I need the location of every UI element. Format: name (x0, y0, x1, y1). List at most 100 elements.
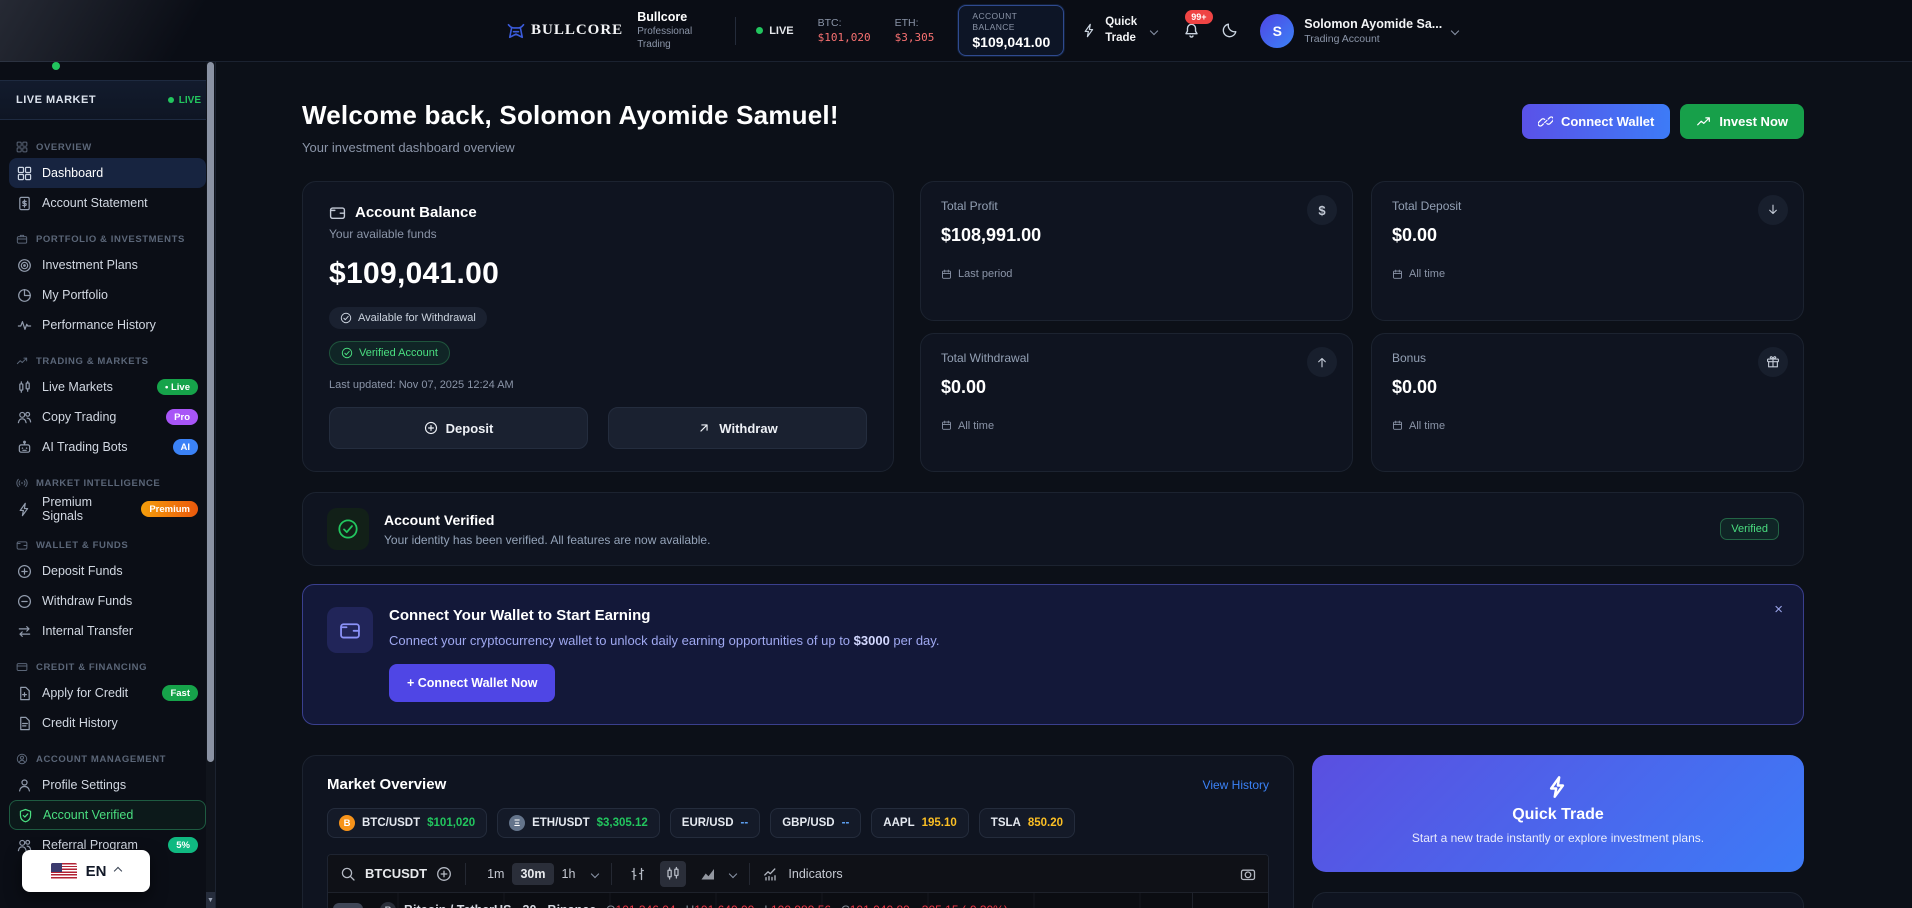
account-balance-card: Account Balance Your available funds $10… (302, 181, 894, 472)
briefcase-icon (16, 233, 28, 245)
ohlc-c-key: C (841, 903, 850, 908)
sidebar-item-label: Credit History (42, 716, 118, 730)
sidebar-item-copy-trading[interactable]: Copy TradingPro (9, 402, 206, 432)
sidebar-item-live-markets[interactable]: Live MarketsLive (9, 372, 206, 402)
ohlc-o-value: 101,346.04 (616, 903, 676, 908)
interval-button-1h[interactable]: 1h (554, 863, 584, 885)
deposit-button[interactable]: Deposit (329, 407, 588, 449)
users-icon (17, 410, 32, 425)
wallet-icon (16, 539, 28, 551)
sidebar-scrollbar-thumb[interactable] (207, 62, 214, 762)
ticker-chip-gbp-usd[interactable]: GBP/USD-- (770, 808, 861, 838)
arrowup-icon (1315, 355, 1329, 369)
wallet-banner-title: Connect Your Wallet to Start Earning (389, 607, 939, 624)
sidebar-item-account-statement[interactable]: Account Statement (9, 188, 206, 218)
chart-symbol[interactable]: BTCUSDT (365, 866, 427, 881)
candles-chart-type-button[interactable] (660, 861, 686, 887)
ticker-chip-btc-usdt[interactable]: BBTC/USDT$101,020 (327, 808, 487, 838)
ohlc-l-key: L (764, 903, 771, 908)
ohlc-c-value: 101,040.89 (850, 903, 910, 908)
language-selector[interactable]: EN (22, 850, 150, 892)
live-market-live-badge: LIVE (168, 95, 201, 106)
sidebar-scrollbar[interactable]: ▼ (206, 62, 215, 908)
withdrawal-availability-badge: Available for Withdrawal (329, 307, 487, 329)
withdraw-button[interactable]: Withdraw (608, 407, 867, 449)
balance-card-title: Account Balance (355, 204, 477, 221)
account-balance-box[interactable]: ACCOUNT BALANCE $109,041.00 (958, 5, 1064, 57)
sidebar-badge: 5% (168, 837, 198, 853)
stats-grid: Total Profit$$108,991.00Last periodTotal… (920, 181, 1804, 472)
sidebar-item-premium-signals[interactable]: Premium SignalsPremium (9, 494, 206, 524)
chevron-down-icon (1150, 26, 1158, 34)
sidebar-section-label: WALLET & FUNDS (36, 540, 128, 551)
trading-chart: BTCUSDT 1m30m1h Indicators (327, 854, 1269, 908)
live-market-title: LIVE MARKET (16, 94, 96, 106)
invest-now-button[interactable]: Invest Now (1680, 104, 1804, 139)
view-history-link[interactable]: View History (1203, 778, 1269, 792)
indicators-button[interactable]: Indicators (788, 867, 842, 881)
search-icon[interactable] (340, 866, 356, 882)
area-chart-type-button[interactable] (695, 861, 721, 887)
check-circle-icon (341, 347, 353, 359)
chip-price: 195.10 (922, 817, 957, 829)
sidebar-item-deposit-funds[interactable]: Deposit Funds (9, 556, 206, 586)
quick-trade-menu[interactable]: Quick Trade (1082, 15, 1157, 46)
stat-label: Bonus (1392, 351, 1783, 365)
sidebar-item-investment-plans[interactable]: Investment Plans (9, 250, 206, 280)
sidebar-item-label: Deposit Funds (42, 564, 123, 578)
notifications-button[interactable]: 99+ (1183, 22, 1200, 40)
sidebar-item-credit-history[interactable]: Credit History (9, 708, 206, 738)
sidebar-section-label: TRADING & MARKETS (36, 356, 149, 367)
chevron-down-icon[interactable] (729, 869, 737, 877)
market-overview-title: Market Overview (327, 776, 446, 793)
page-subtitle: Your investment dashboard overview (302, 140, 839, 155)
stat-card-total-deposit: Total Deposit$0.00All time (1371, 181, 1804, 321)
stat-period: All time (1392, 420, 1783, 432)
compare-plus-icon[interactable] (436, 866, 452, 882)
sidebar-item-profile-settings[interactable]: Profile Settings (9, 770, 206, 800)
btc-ticker: BTC: $101,020 (818, 17, 871, 44)
sidebar-item-performance-history[interactable]: Performance History (9, 310, 206, 340)
sidebar-item-internal-transfer[interactable]: Internal Transfer (9, 616, 206, 646)
chip-symbol: TSLA (991, 817, 1021, 829)
sidebar-item-dashboard[interactable]: Dashboard (9, 158, 206, 188)
stat-period: All time (941, 420, 1332, 432)
connect-wallet-button[interactable]: Connect Wallet (1522, 104, 1670, 139)
eth-ticker-label: ETH: (895, 17, 935, 29)
ticker-chip-eur-usd[interactable]: EUR/USD-- (670, 808, 760, 838)
sidebar-item-ai-trading-bots[interactable]: AI Trading BotsAI (9, 432, 206, 462)
bars-chart-type-button[interactable] (625, 861, 651, 887)
ohlc-h-key: H (686, 903, 695, 908)
sidebar-item-my-portfolio[interactable]: My Portfolio (9, 280, 206, 310)
sidebar-item-withdraw-funds[interactable]: Withdraw Funds (9, 586, 206, 616)
quick-trade-card[interactable]: Quick Trade Start a new trade instantly … (1312, 755, 1804, 872)
crosshair-tool-button[interactable] (333, 903, 363, 908)
stat-icon-circle (1758, 195, 1788, 225)
user-menu[interactable]: S Solomon Ayomide Sa... Trading Account (1260, 14, 1458, 48)
camera-icon[interactable] (1240, 866, 1256, 882)
sidebar-scrollbar-down-arrow[interactable]: ▼ (206, 892, 215, 908)
price-axis[interactable]: 105,000.00104,000.00103,000.00 (1192, 893, 1268, 908)
sidebar-item-apply-for-credit[interactable]: Apply for CreditFast (9, 678, 206, 708)
ticker-chip-eth-usdt[interactable]: ΞETH/USDT$3,305.12 (497, 808, 660, 838)
sidebar-nav: OVERVIEWDashboardAccount StatementPORTFO… (0, 120, 215, 860)
connect-wallet-now-button[interactable]: + Connect Wallet Now (389, 664, 555, 702)
chip-price: -- (842, 817, 850, 829)
live-label: LIVE (769, 25, 793, 37)
chevron-down-icon[interactable] (591, 869, 599, 877)
activity-icon (17, 318, 32, 333)
wallet-icon (339, 619, 361, 641)
toolbar-divider (611, 863, 612, 885)
page-title: Welcome back, Solomon Ayomide Samuel! (302, 100, 839, 131)
trend-up-icon (1696, 114, 1711, 129)
ticker-chip-aapl[interactable]: AAPL195.10 (871, 808, 969, 838)
sidebar-item-account-verified[interactable]: Account Verified (9, 800, 206, 830)
sidebar-section-header: CREDIT & FINANCING (16, 661, 199, 673)
theme-toggle[interactable] (1222, 22, 1238, 40)
connect-wallet-label: Connect Wallet (1561, 114, 1654, 129)
close-icon[interactable]: × (1774, 601, 1783, 618)
interval-button-1m[interactable]: 1m (479, 863, 512, 885)
interval-button-30m[interactable]: 30m (512, 863, 553, 885)
chevron-down-icon (1451, 26, 1459, 34)
ticker-chip-tsla[interactable]: TSLA850.20 (979, 808, 1075, 838)
